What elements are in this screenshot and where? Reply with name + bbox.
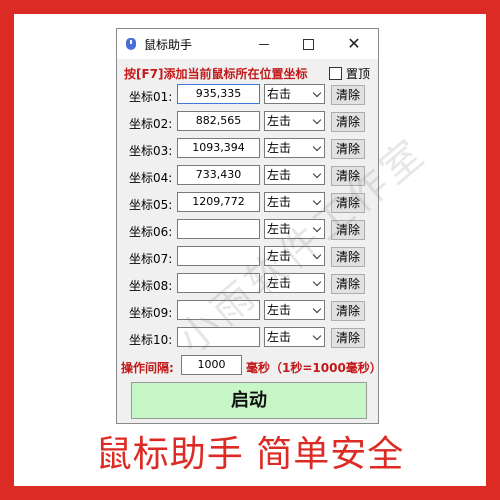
f7-hint-text: 按[F7]添加当前鼠标所在位置坐标	[124, 67, 308, 81]
coordinate-input[interactable]: 882,565	[177, 111, 260, 131]
click-type-select[interactable]: 左击	[264, 138, 325, 158]
minimize-icon	[259, 43, 269, 45]
chevron-down-icon	[312, 142, 322, 152]
start-button[interactable]: 启动	[131, 382, 367, 419]
chevron-down-icon	[312, 169, 322, 179]
topmost-checkbox[interactable]: 置顶	[329, 65, 370, 82]
coordinate-label: 坐标05:	[129, 198, 173, 212]
close-button[interactable]: ✕	[335, 29, 373, 59]
footer-slogan: 鼠标助手 简单安全	[95, 434, 405, 475]
window-title: 鼠标助手	[144, 37, 193, 52]
click-type-value: 左击	[267, 330, 292, 344]
coordinate-row: 坐标03: 1093,394 左击 清除	[117, 138, 380, 160]
click-type-select[interactable]: 左击	[264, 327, 325, 347]
click-type-value: 左击	[267, 195, 292, 209]
coordinate-row: 坐标01: 935,335 右击 清除	[117, 84, 380, 106]
mouse-icon	[126, 38, 136, 50]
coordinate-label: 坐标01:	[129, 90, 173, 104]
title-bar[interactable]: 鼠标助手 ✕	[117, 29, 378, 59]
clear-button[interactable]: 清除	[331, 301, 365, 321]
interval-row: 操作间隔: 1000 毫秒（1秒=1000毫秒）	[117, 355, 382, 377]
coordinate-input[interactable]: 733,430	[177, 165, 260, 185]
clear-button[interactable]: 清除	[331, 85, 365, 105]
coordinate-input[interactable]	[177, 219, 260, 239]
coordinate-label: 坐标04:	[129, 171, 173, 185]
click-type-value: 左击	[267, 141, 292, 155]
coordinate-label: 坐标02:	[129, 117, 173, 131]
coordinate-input[interactable]: 1209,772	[177, 192, 260, 212]
chevron-down-icon	[312, 331, 322, 341]
click-type-value: 左击	[267, 168, 292, 182]
close-icon: ✕	[347, 34, 361, 53]
click-type-value: 左击	[267, 114, 292, 128]
chevron-down-icon	[312, 277, 322, 287]
chevron-down-icon	[312, 88, 322, 98]
coordinate-row: 坐标02: 882,565 左击 清除	[117, 111, 380, 133]
maximize-icon	[302, 38, 314, 50]
interval-label: 操作间隔:	[121, 361, 174, 375]
coordinate-label: 坐标08:	[129, 279, 173, 293]
interval-unit: 毫秒（1秒=1000毫秒）	[246, 361, 382, 375]
topmost-label: 置顶	[346, 67, 371, 81]
coordinate-input[interactable]: 1093,394	[177, 138, 260, 158]
click-type-select[interactable]: 左击	[264, 111, 325, 131]
clear-button[interactable]: 清除	[331, 274, 365, 294]
coordinate-label: 坐标03:	[129, 144, 173, 158]
maximize-button[interactable]	[289, 29, 327, 59]
coordinate-label: 坐标06:	[129, 225, 173, 239]
click-type-select[interactable]: 右击	[264, 84, 325, 104]
clear-button[interactable]: 清除	[331, 328, 365, 348]
click-type-value: 右击	[267, 87, 292, 101]
watermark-glyph-holder	[178, 365, 179, 366]
clear-button[interactable]: 清除	[331, 112, 365, 132]
coordinate-input[interactable]: 935,335	[177, 84, 260, 104]
click-type-select[interactable]: 左击	[264, 165, 325, 185]
coordinate-label: 坐标07:	[129, 252, 173, 266]
chevron-down-icon	[312, 115, 322, 125]
checkbox-box[interactable]	[329, 67, 342, 80]
minimize-button[interactable]	[245, 29, 283, 59]
chevron-down-icon	[312, 304, 322, 314]
